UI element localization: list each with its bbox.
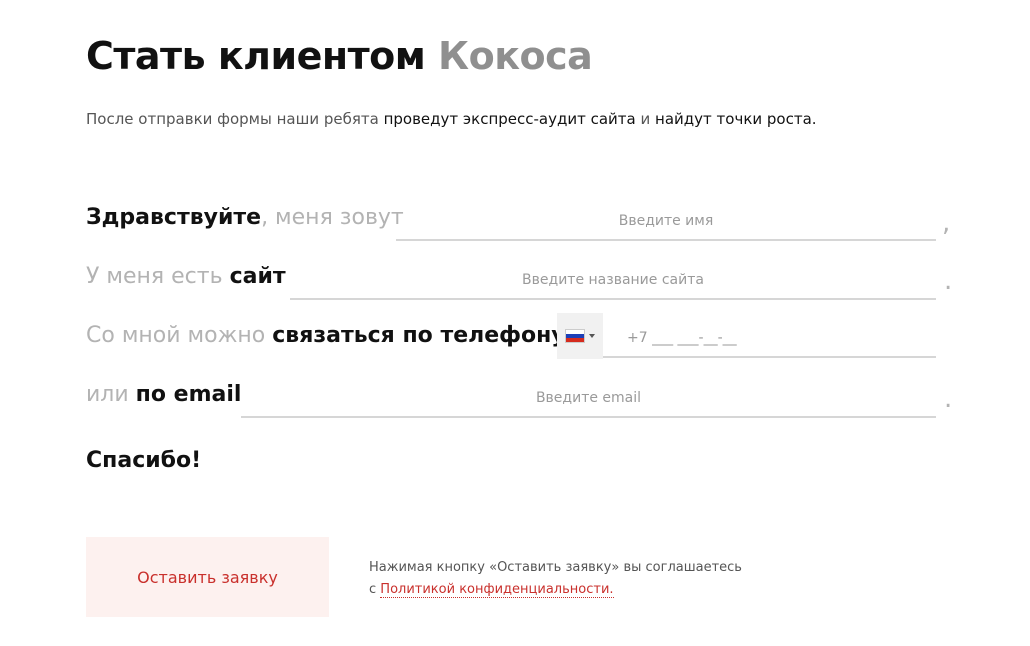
name-row-label-bold: Здравствуйте xyxy=(86,205,262,230)
email-row-label-bold: по email xyxy=(135,382,242,407)
intro-part-4: найдут точки роста. xyxy=(655,110,817,128)
intro-part-3: и xyxy=(640,110,651,128)
phone-row-label: Со мной можно связаться по телефону xyxy=(86,323,566,348)
name-row-label: Здравствуйте, меня зовут xyxy=(86,205,404,230)
country-select[interactable] xyxy=(557,313,603,359)
consent-line-2: с Политикой конфиденциальности. xyxy=(369,579,742,601)
privacy-policy-link[interactable]: Политикой конфиденциальности. xyxy=(380,582,614,598)
page-title-main: Стать клиентом xyxy=(86,34,426,78)
thanks-text: Спасибо! xyxy=(86,448,202,473)
site-row-end-punct: . xyxy=(944,266,953,296)
name-row-end-punct: , xyxy=(942,208,951,238)
consent-note: Нажимая кнопку «Оставить заявку» вы согл… xyxy=(369,557,742,601)
email-row-label: или по email xyxy=(86,382,241,407)
phone-row-label-bold: связаться по телефону xyxy=(272,323,566,348)
intro-part-1: После отправки формы наши ребята xyxy=(86,110,379,128)
site-row-label-bold: сайт xyxy=(229,264,286,289)
russia-flag-icon xyxy=(565,329,585,343)
phone-row-label-light: Со мной можно xyxy=(86,323,266,348)
site-input[interactable] xyxy=(290,262,936,300)
site-row-label: У меня есть сайт xyxy=(86,264,286,289)
consent-prefix: с xyxy=(369,582,377,597)
intro-text: После отправки формы наши ребята проведу… xyxy=(86,110,817,128)
submit-button[interactable]: Оставить заявку xyxy=(86,537,329,617)
site-row-label-light: У меня есть xyxy=(86,264,223,289)
email-row-end-punct: . xyxy=(944,384,953,414)
phone-input[interactable] xyxy=(603,320,936,358)
name-input[interactable] xyxy=(396,203,936,241)
page-title-brand: Кокоса xyxy=(438,34,593,78)
consent-line-1: Нажимая кнопку «Оставить заявку» вы согл… xyxy=(369,560,742,575)
page-title: Стать клиентом Кокоса xyxy=(86,34,593,78)
caret-down-icon xyxy=(589,334,595,338)
email-row-label-light: или xyxy=(86,382,129,407)
email-input[interactable] xyxy=(241,380,936,418)
name-row-label-light: , меня зовут xyxy=(261,205,404,230)
intro-part-2: проведут экспресс-аудит сайта xyxy=(383,110,636,128)
